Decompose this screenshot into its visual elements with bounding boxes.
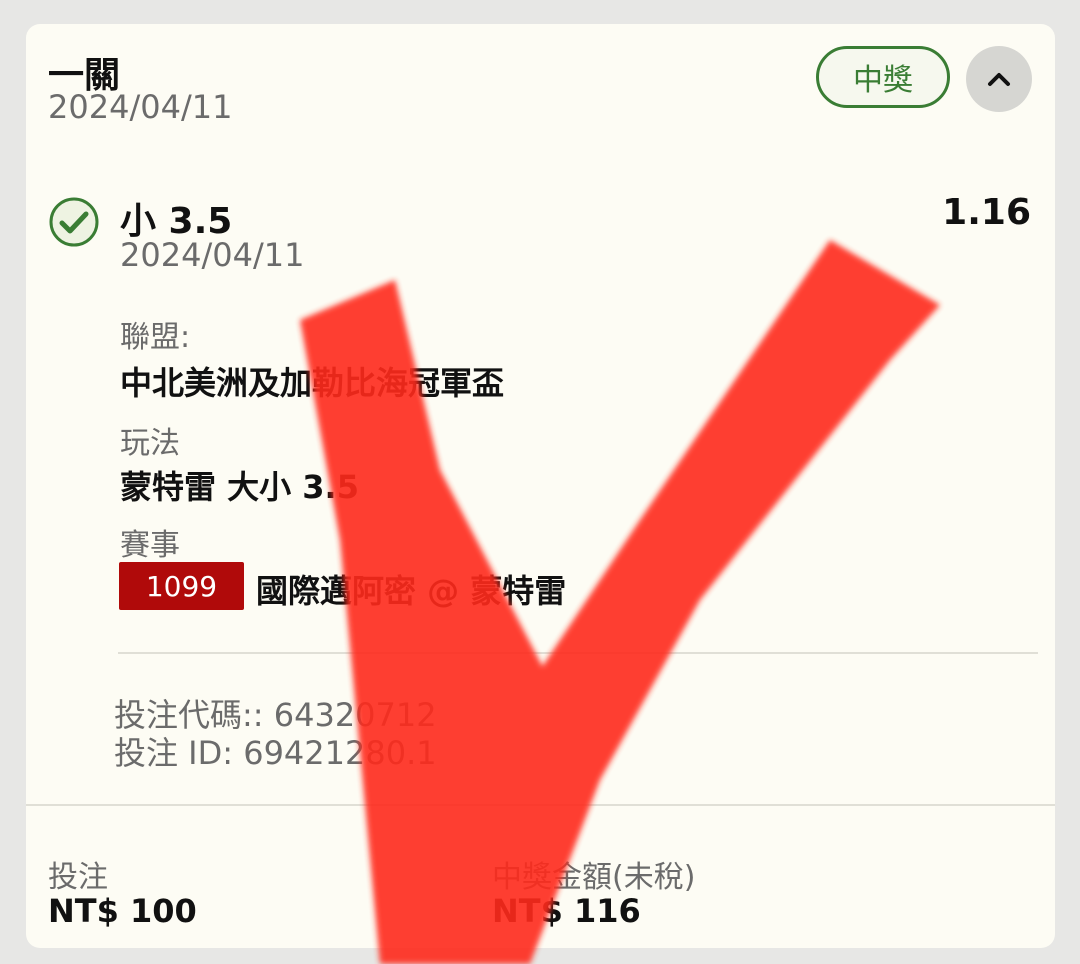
market-value: 蒙特雷 大小 3.5 — [120, 468, 359, 506]
chevron-up-icon — [988, 73, 1010, 86]
divider — [26, 804, 1055, 806]
event-name: 國際邁阿密 @ 蒙特雷 — [256, 572, 567, 610]
market-label: 玩法 — [120, 426, 180, 461]
bet-card: 一關 2024/04/11 中獎 小 3.5 1.16 2024/04/11 聯… — [26, 24, 1055, 948]
league-value: 中北美洲及加勒比海冠軍盃 — [120, 364, 505, 402]
collapse-button[interactable] — [966, 46, 1032, 112]
bet-id: 投注 ID: 69421280.1 — [114, 734, 437, 772]
bet-date: 2024/04/11 — [48, 88, 233, 126]
event-id-text: 1099 — [145, 569, 218, 603]
league-label: 聯盟: — [120, 320, 191, 355]
stake-label: 投注 — [48, 860, 108, 895]
winnings-label: 中獎金額(未稅) — [492, 860, 696, 895]
event-id-badge: 1099 — [119, 562, 244, 610]
status-badge: 中獎 — [816, 46, 950, 108]
stake-value: NT$ 100 — [48, 892, 197, 930]
selection-date: 2024/04/11 — [120, 236, 305, 274]
selection-odds: 1.16 — [942, 192, 1031, 233]
check-circle-icon — [49, 197, 99, 247]
divider — [118, 652, 1038, 654]
event-label: 賽事 — [120, 528, 180, 563]
status-badge-label: 中獎 — [853, 63, 913, 98]
winnings-value: NT$ 116 — [492, 892, 641, 930]
